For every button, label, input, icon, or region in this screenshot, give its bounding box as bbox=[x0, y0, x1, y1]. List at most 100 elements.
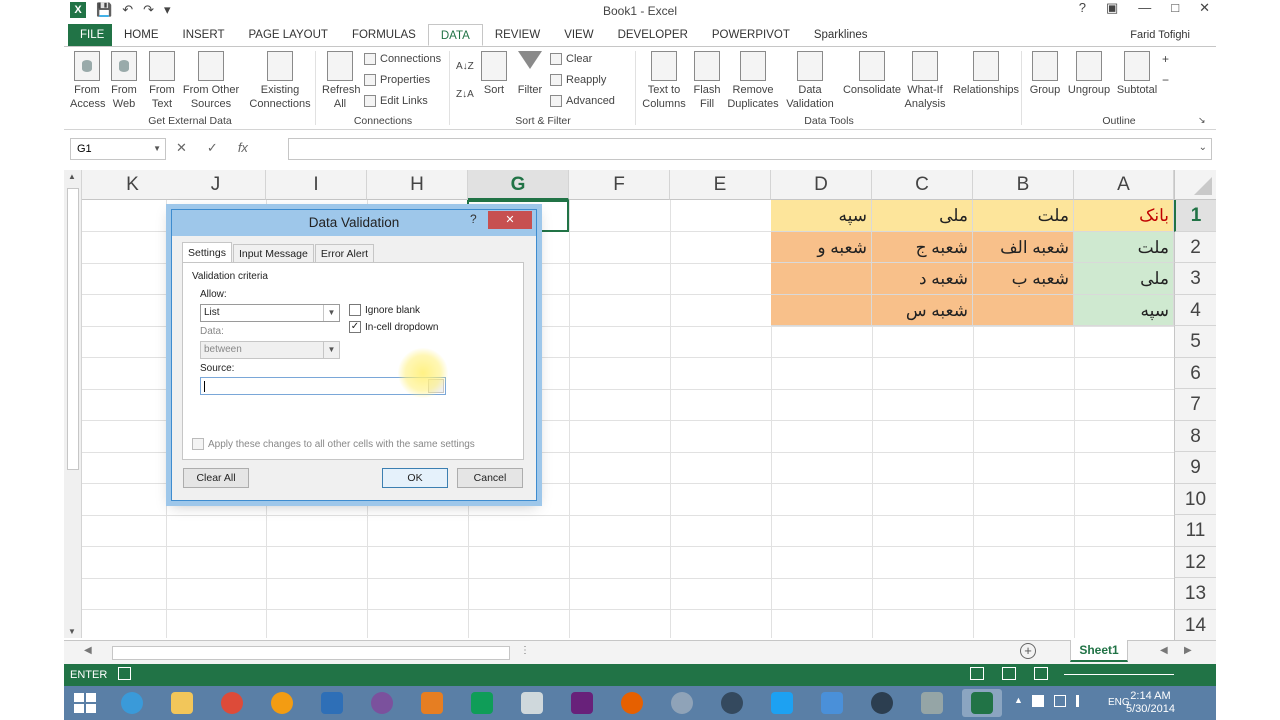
row-header-14[interactable]: 14 bbox=[1174, 609, 1216, 641]
row-header-1[interactable]: 1 bbox=[1174, 200, 1216, 232]
data-validation-button[interactable]: Data Validation bbox=[782, 51, 838, 111]
excel-taskbar-icon[interactable] bbox=[962, 689, 1002, 717]
reapply-button[interactable]: Reapply bbox=[550, 71, 606, 89]
column-header-i[interactable]: I bbox=[266, 170, 367, 200]
cell-d3[interactable] bbox=[771, 263, 872, 295]
cell-a4[interactable]: سپه bbox=[1074, 294, 1174, 326]
row-header-8[interactable]: 8 bbox=[1174, 420, 1216, 452]
tab-settings[interactable]: Settings bbox=[182, 242, 232, 263]
existing-connections-button[interactable]: Existing Connections bbox=[248, 51, 312, 111]
from-access-button[interactable]: From Access bbox=[70, 51, 105, 111]
advanced-filter-button[interactable]: Advanced bbox=[550, 92, 615, 110]
what-if-analysis-button[interactable]: What-If Analysis bbox=[902, 51, 948, 111]
tab-data[interactable]: DATA bbox=[427, 24, 483, 46]
help-icon[interactable]: ? bbox=[1079, 0, 1086, 16]
hide-detail-icon[interactable]: − bbox=[1162, 71, 1169, 89]
tray-overflow-icon[interactable]: ▲ bbox=[1014, 695, 1023, 705]
tab-formulas[interactable]: FORMULAS bbox=[340, 24, 428, 46]
select-all-corner[interactable] bbox=[1174, 170, 1216, 200]
edit-links-button[interactable]: Edit Links bbox=[364, 92, 428, 110]
cell-c3[interactable]: شعبه د bbox=[872, 263, 973, 295]
horizontal-scrollbar[interactable] bbox=[112, 646, 510, 660]
column-header-c[interactable]: C bbox=[872, 170, 973, 200]
tab-view[interactable]: VIEW bbox=[552, 24, 605, 46]
formula-input[interactable]: ⌄ bbox=[288, 138, 1212, 160]
row-header-9[interactable]: 9 bbox=[1174, 452, 1216, 484]
refresh-all-button[interactable]: Refresh All bbox=[322, 51, 361, 111]
confirm-entry-icon[interactable]: ✓ bbox=[207, 140, 218, 156]
column-header-j[interactable]: J bbox=[166, 170, 266, 200]
from-other-sources-button[interactable]: From Other Sources bbox=[180, 51, 242, 111]
chevron-down-icon[interactable]: ▼ bbox=[323, 305, 339, 321]
show-detail-icon[interactable]: + bbox=[1162, 50, 1169, 68]
tray-flag-icon[interactable] bbox=[1032, 695, 1044, 707]
column-header-g[interactable]: G bbox=[468, 170, 569, 200]
from-text-button[interactable]: From Text bbox=[146, 51, 178, 111]
help-icon[interactable]: ? bbox=[470, 212, 477, 226]
row-header-11[interactable]: 11 bbox=[1174, 515, 1216, 547]
calculator-icon[interactable] bbox=[512, 689, 552, 717]
tab-home[interactable]: HOME bbox=[112, 24, 171, 46]
cell-c2[interactable]: شعبه ج bbox=[872, 231, 973, 263]
zoom-slider[interactable] bbox=[1064, 674, 1174, 675]
row-header-10[interactable]: 10 bbox=[1174, 483, 1216, 515]
tray-volume-icon[interactable] bbox=[1076, 695, 1086, 707]
visual-studio-icon[interactable] bbox=[562, 689, 602, 717]
consolidate-button[interactable]: Consolidate bbox=[840, 51, 904, 97]
maximize-icon[interactable]: □ bbox=[1171, 0, 1179, 16]
app-globe-icon[interactable] bbox=[662, 689, 702, 717]
app-orange-icon[interactable] bbox=[262, 689, 302, 717]
vertical-scrollbar[interactable]: ▲ ▼ bbox=[64, 170, 82, 638]
scroll-left-icon[interactable]: ◀ bbox=[84, 645, 92, 656]
cell-d1[interactable]: سپه bbox=[771, 200, 872, 232]
macro-record-icon[interactable] bbox=[118, 667, 131, 680]
file-explorer-icon[interactable] bbox=[162, 689, 202, 717]
previous-sheet-icon[interactable]: ◀ bbox=[1160, 645, 1168, 656]
sheet-tab-sheet1[interactable]: Sheet1 bbox=[1070, 640, 1128, 662]
filter-button[interactable]: Filter bbox=[514, 51, 546, 97]
remove-duplicates-button[interactable]: Remove Duplicates bbox=[726, 51, 780, 111]
dialog-close-icon[interactable]: ✕ bbox=[488, 211, 532, 229]
expand-formula-bar-icon[interactable]: ⌄ bbox=[1199, 142, 1207, 153]
viber-icon[interactable] bbox=[362, 689, 402, 717]
cell-a1[interactable]: بانک bbox=[1074, 200, 1174, 232]
properties-button[interactable]: Properties bbox=[364, 71, 430, 89]
column-header-f[interactable]: F bbox=[569, 170, 670, 200]
new-sheet-icon[interactable]: + bbox=[1020, 643, 1036, 659]
clock[interactable]: 2:14 AM 5/30/2014 bbox=[1126, 690, 1175, 716]
apply-all-checkbox[interactable] bbox=[192, 438, 204, 450]
tab-insert[interactable]: INSERT bbox=[171, 24, 237, 46]
app-bird-icon[interactable] bbox=[312, 689, 352, 717]
user-name[interactable]: Farid Tofighi bbox=[1130, 24, 1216, 46]
cell-b3[interactable]: شعبه ب bbox=[973, 263, 1074, 295]
scroll-up-icon[interactable]: ▲ bbox=[68, 172, 76, 181]
relationships-button[interactable]: Relationships bbox=[952, 51, 1020, 97]
sort-za-button[interactable]: Z↓A bbox=[456, 85, 474, 103]
row-header-3[interactable]: 3 bbox=[1174, 263, 1216, 295]
allow-select[interactable]: List ▼ bbox=[200, 304, 340, 322]
normal-view-icon[interactable] bbox=[970, 667, 984, 680]
flash-fill-button[interactable]: Flash Fill bbox=[692, 51, 722, 111]
tab-page-layout[interactable]: PAGE LAYOUT bbox=[236, 24, 339, 46]
row-header-13[interactable]: 13 bbox=[1174, 578, 1216, 610]
page-layout-view-icon[interactable] bbox=[1002, 667, 1016, 680]
ok-button[interactable]: OK bbox=[382, 468, 448, 488]
cell-c1[interactable]: ملی bbox=[872, 200, 973, 232]
chrome-icon[interactable] bbox=[212, 689, 252, 717]
app-arrows-icon[interactable] bbox=[412, 689, 452, 717]
column-header-h[interactable]: H bbox=[367, 170, 468, 200]
tray-network-icon[interactable] bbox=[1054, 695, 1066, 707]
tab-file[interactable]: FILE bbox=[68, 24, 112, 46]
subtotal-button[interactable]: Subtotal bbox=[1114, 51, 1160, 97]
name-box[interactable]: G1 ▼ bbox=[70, 138, 166, 160]
cell-b2[interactable]: شعبه الف bbox=[973, 231, 1074, 263]
row-header-7[interactable]: 7 bbox=[1174, 389, 1216, 421]
row-header-4[interactable]: 4 bbox=[1174, 294, 1216, 326]
cell-a3[interactable]: ملی bbox=[1074, 263, 1174, 295]
cancel-entry-icon[interactable]: ✕ bbox=[176, 140, 187, 156]
scroll-down-icon[interactable]: ▼ bbox=[68, 627, 76, 636]
cell-d4[interactable] bbox=[771, 294, 872, 326]
column-header-a[interactable]: A bbox=[1074, 170, 1174, 200]
tab-developer[interactable]: DEVELOPER bbox=[606, 24, 700, 46]
store-icon[interactable] bbox=[462, 689, 502, 717]
